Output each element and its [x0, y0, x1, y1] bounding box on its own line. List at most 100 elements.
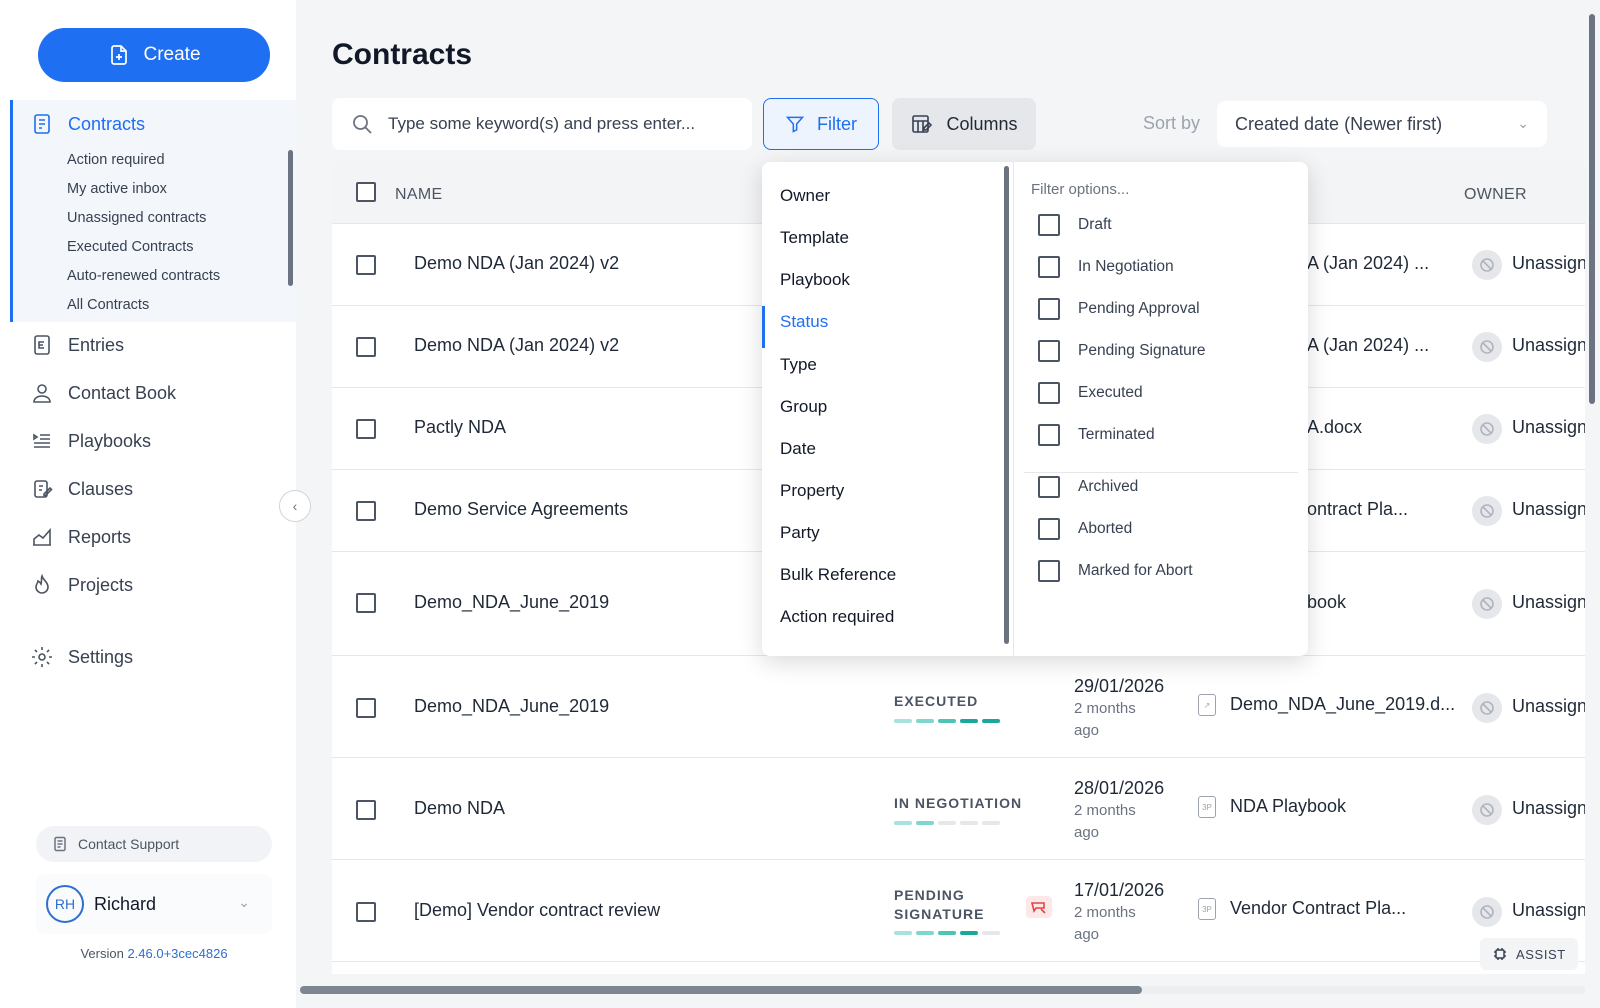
sidebar-item-reports[interactable]: Reports — [30, 525, 131, 549]
filter-option-aborted[interactable]: Aborted — [1038, 518, 1132, 540]
table-row[interactable]: [Demo] Vendor contract review PENDING SI… — [332, 860, 1585, 962]
filter-option-draft[interactable]: Draft — [1038, 214, 1112, 236]
contract-name[interactable]: Pactly NDA — [414, 417, 506, 438]
column-header-name[interactable]: NAME — [395, 186, 442, 204]
contact-support-button[interactable]: Contact Support — [36, 826, 272, 862]
user-menu[interactable]: RH Richard ⌄ — [36, 874, 272, 934]
option-label: Executed — [1078, 384, 1143, 401]
filter-option-archived[interactable]: Archived — [1038, 476, 1138, 498]
filter-category-action-required[interactable]: Action required — [780, 607, 894, 627]
sidebar-item-entries[interactable]: Entries — [30, 333, 124, 357]
sidebar-item-contracts[interactable]: Contracts — [30, 112, 145, 136]
sidebar-item-settings[interactable]: Settings — [30, 645, 133, 669]
owner-name: Unassign — [1512, 335, 1585, 355]
option-checkbox[interactable] — [1038, 476, 1060, 498]
row-checkbox[interactable] — [356, 698, 376, 718]
option-checkbox[interactable] — [1038, 518, 1060, 540]
row-checkbox[interactable] — [356, 800, 376, 820]
filter-category-template[interactable]: Template — [780, 228, 849, 248]
playbook-name: book — [1307, 592, 1347, 612]
contract-name[interactable]: [Demo] Vendor contract review — [414, 900, 660, 921]
filter-category-playbook[interactable]: Playbook — [780, 270, 850, 290]
filter-categories-scrollbar[interactable] — [1004, 166, 1009, 644]
sidebar: Create Contracts Action required My acti… — [0, 0, 296, 1008]
columns-button[interactable]: Columns — [892, 98, 1036, 150]
sidebar-item-projects[interactable]: Projects — [30, 573, 133, 597]
reports-chart-icon — [33, 527, 51, 546]
column-header-owner[interactable]: OWNER — [1464, 186, 1527, 204]
progress-segment — [894, 931, 912, 935]
option-label: Marked for Abort — [1078, 562, 1193, 579]
option-checkbox[interactable] — [1038, 382, 1060, 404]
contract-name[interactable]: Demo_NDA_June_2019 — [414, 592, 609, 613]
option-checkbox[interactable] — [1038, 256, 1060, 278]
option-checkbox[interactable] — [1038, 424, 1060, 446]
filter-option-terminated[interactable]: Terminated — [1038, 424, 1155, 446]
progress-segment — [894, 719, 912, 723]
filter-option-pending-signature[interactable]: Pending Signature — [1038, 340, 1206, 362]
horizontal-scrollbar[interactable] — [300, 986, 1142, 994]
contract-name[interactable]: Demo Service Agreements — [414, 499, 628, 520]
option-checkbox[interactable] — [1038, 214, 1060, 236]
table-row[interactable]: Demo_NDA_June_2019 EXECUTED 29/01/2026 2… — [332, 656, 1585, 758]
playbook-list-icon — [33, 433, 50, 448]
sidebar-item-playbooks[interactable]: Playbooks — [30, 429, 151, 453]
row-checkbox[interactable] — [356, 255, 376, 275]
row-checkbox[interactable] — [356, 419, 376, 439]
option-checkbox[interactable] — [1038, 298, 1060, 320]
row-checkbox[interactable] — [356, 337, 376, 357]
unassigned-owner-icon — [1472, 795, 1502, 825]
sort-select[interactable]: Created date (Newer first) ⌄ — [1217, 101, 1547, 147]
contract-icon — [34, 114, 50, 134]
select-all-checkbox[interactable] — [356, 182, 376, 202]
filter-option-in-negotiation[interactable]: In Negotiation — [1038, 256, 1174, 278]
create-button[interactable]: Create — [38, 28, 270, 82]
filter-categories: Owner Template Playbook Status Type Grou… — [762, 162, 1014, 656]
sidebar-item-clauses[interactable]: Clauses — [30, 477, 133, 501]
row-checkbox[interactable] — [356, 501, 376, 521]
page-vertical-scrollbar[interactable] — [1589, 14, 1595, 404]
assist-button[interactable]: ASSIST — [1480, 938, 1578, 970]
filter-category-party[interactable]: Party — [780, 523, 820, 543]
playbook-name[interactable]: NDA Playbook — [1230, 796, 1346, 817]
filter-option-pending-approval[interactable]: Pending Approval — [1038, 298, 1200, 320]
filter-category-status[interactable]: Status — [780, 312, 828, 332]
sidebar-subitem-executed[interactable]: Executed Contracts — [67, 239, 194, 255]
progress-segment — [982, 931, 1000, 935]
filter-category-group[interactable]: Group — [780, 397, 827, 417]
filter-option-marked-for-abort[interactable]: Marked for Abort — [1038, 560, 1193, 582]
playbook-name[interactable]: Vendor Contract Pla... — [1230, 898, 1406, 919]
table-row[interactable]: Demo NDA IN NEGOTIATION 28/01/2026 2 mon… — [332, 758, 1585, 860]
row-checkbox[interactable] — [356, 593, 376, 613]
contract-name[interactable]: Demo_NDA_June_2019 — [414, 696, 609, 717]
row-checkbox[interactable] — [356, 902, 376, 922]
contract-name[interactable]: Demo NDA (Jan 2024) v2 — [414, 335, 619, 356]
support-document-icon — [54, 836, 66, 852]
filter-button-label: Filter — [817, 113, 857, 134]
sidebar-subitem-unassigned[interactable]: Unassigned contracts — [67, 210, 206, 226]
filter-category-bulk-reference[interactable]: Bulk Reference — [780, 565, 896, 585]
filter-category-date[interactable]: Date — [780, 439, 816, 459]
option-label: Pending Approval — [1078, 300, 1200, 317]
option-checkbox[interactable] — [1038, 340, 1060, 362]
filter-category-owner[interactable]: Owner — [780, 186, 830, 206]
filter-button[interactable]: Filter — [763, 98, 879, 150]
subnav-scrollbar[interactable] — [288, 150, 293, 286]
contract-name[interactable]: Demo NDA (Jan 2024) v2 — [414, 253, 619, 274]
filter-option-executed[interactable]: Executed — [1038, 382, 1143, 404]
filter-dropdown: Owner Template Playbook Status Type Grou… — [762, 162, 1308, 656]
filter-options-placeholder: Filter options... — [1031, 181, 1130, 198]
collapse-sidebar-button[interactable]: ‹ — [279, 490, 311, 522]
filter-category-property[interactable]: Property — [780, 481, 844, 501]
sidebar-item-contact-book[interactable]: Contact Book — [30, 381, 176, 405]
option-checkbox[interactable] — [1038, 560, 1060, 582]
playbook-name[interactable]: Demo_NDA_June_2019.d... — [1230, 694, 1455, 715]
search-input[interactable] — [388, 114, 728, 134]
contract-name[interactable]: Demo NDA — [414, 798, 505, 819]
filter-category-type[interactable]: Type — [780, 355, 817, 375]
sidebar-subitem-my-active-inbox[interactable]: My active inbox — [67, 181, 167, 197]
sidebar-subitem-action-required[interactable]: Action required — [67, 152, 165, 168]
sidebar-subitem-all-contracts[interactable]: All Contracts — [67, 297, 149, 313]
sidebar-subitem-auto-renewed[interactable]: Auto-renewed contracts — [67, 268, 220, 284]
progress-segment — [916, 719, 934, 723]
